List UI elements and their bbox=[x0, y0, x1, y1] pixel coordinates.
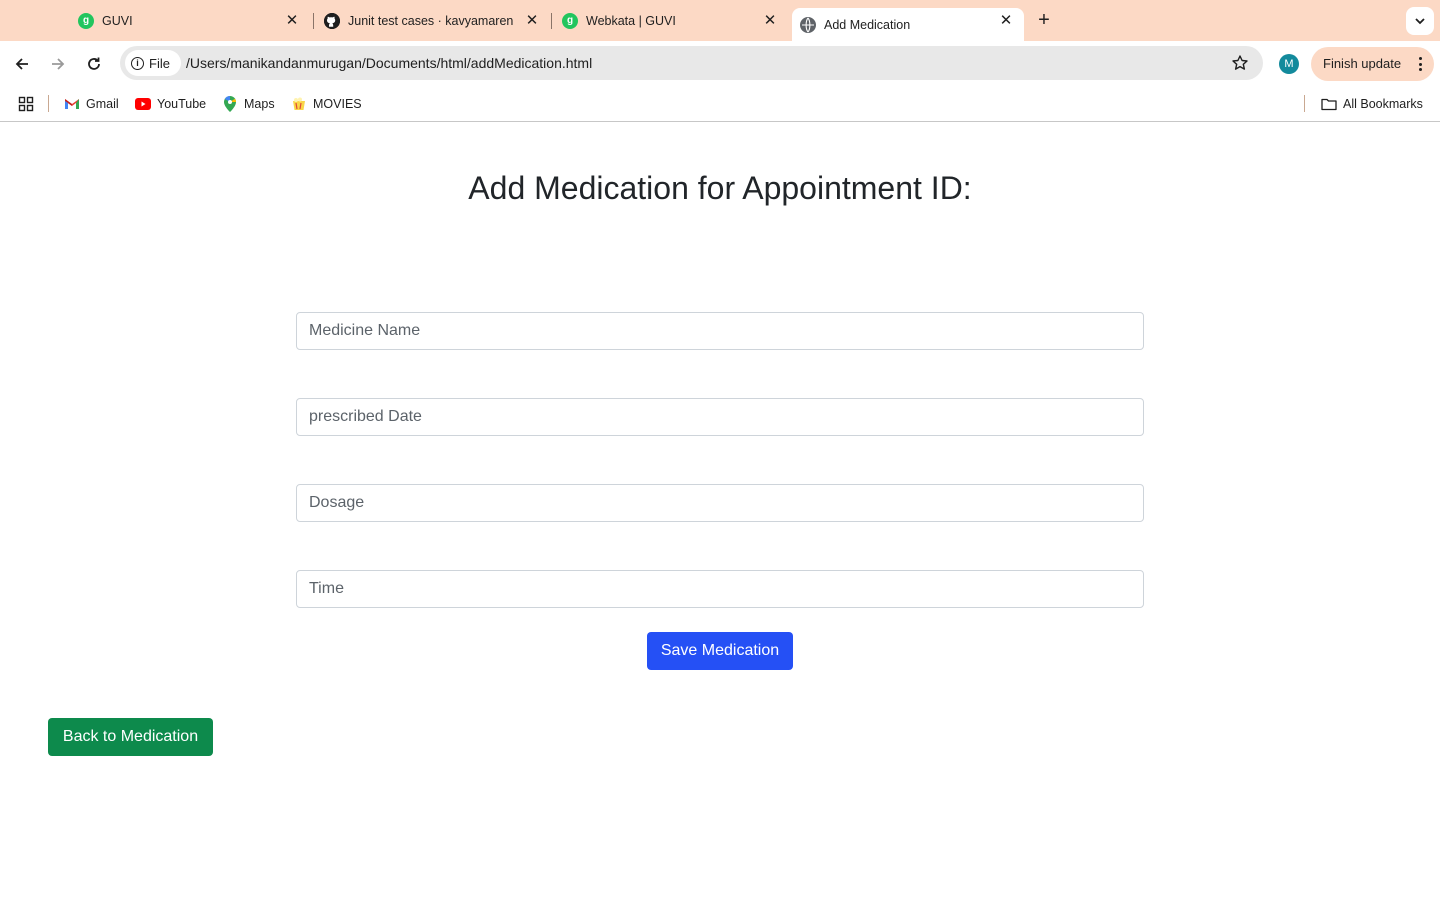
close-icon[interactable]: ✕ bbox=[998, 13, 1014, 29]
youtube-icon bbox=[135, 96, 151, 112]
finish-update-button[interactable]: Finish update bbox=[1311, 47, 1434, 81]
star-icon[interactable] bbox=[1231, 54, 1249, 72]
close-icon[interactable]: ✕ bbox=[284, 13, 300, 29]
apps-grid-icon bbox=[18, 96, 34, 112]
arrow-left-icon bbox=[15, 58, 28, 70]
medicine-name-input[interactable] bbox=[296, 312, 1144, 350]
tab-title: Webkata | GUVI bbox=[586, 13, 676, 28]
bookmark-youtube[interactable]: YouTube bbox=[135, 96, 206, 112]
tab-title: GUVI bbox=[102, 13, 133, 28]
all-bookmarks-label: All Bookmarks bbox=[1343, 97, 1423, 111]
save-medication-button[interactable]: Save Medication bbox=[647, 632, 793, 670]
more-vert-icon[interactable] bbox=[1419, 57, 1423, 74]
tab-divider bbox=[551, 13, 552, 29]
chevron-down-icon bbox=[1415, 18, 1425, 25]
chip-label: File bbox=[149, 55, 170, 71]
forward-button[interactable] bbox=[45, 51, 71, 77]
tab-title: Junit test cases · kavyamaren bbox=[348, 13, 514, 28]
close-icon[interactable]: ✕ bbox=[762, 13, 778, 29]
prescribed-date-input[interactable] bbox=[296, 398, 1144, 436]
bookmark-maps[interactable]: Maps bbox=[222, 96, 275, 112]
bookmarks-bar: Gmail YouTube Maps MOVIES All Bookmarks bbox=[0, 86, 1440, 122]
bookmark-label: Gmail bbox=[86, 97, 119, 111]
address-bar[interactable]: i File /Users/manikandanmurugan/Document… bbox=[120, 46, 1263, 80]
bookmark-label: Maps bbox=[244, 97, 275, 111]
browser-toolbar: i File /Users/manikandanmurugan/Document… bbox=[0, 41, 1440, 86]
globe-icon bbox=[800, 16, 816, 33]
bookmark-gmail[interactable]: Gmail bbox=[64, 96, 119, 112]
tab-title: Add Medication bbox=[824, 17, 911, 32]
bookmark-label: MOVIES bbox=[313, 97, 362, 111]
tab-search-button[interactable] bbox=[1406, 7, 1434, 35]
page-title: Add Medication for Appointment ID: bbox=[468, 170, 972, 206]
profile-avatar[interactable]: M bbox=[1279, 54, 1299, 74]
tab-junit[interactable]: Junit test cases · kavyamaren ✕ bbox=[316, 0, 550, 41]
back-button[interactable] bbox=[9, 51, 35, 77]
movies-icon bbox=[291, 96, 307, 112]
bookmark-movies[interactable]: MOVIES bbox=[291, 96, 362, 112]
tab-strip: g GUVI ✕ Junit test cases · kavyamaren ✕… bbox=[0, 0, 1440, 41]
site-info-chip[interactable]: i File bbox=[125, 50, 181, 76]
url-text[interactable]: /Users/manikandanmurugan/Documents/html/… bbox=[186, 55, 592, 71]
tab-guvi[interactable]: g GUVI ✕ bbox=[78, 0, 310, 41]
dosage-input[interactable] bbox=[296, 484, 1144, 522]
reload-button[interactable] bbox=[81, 51, 107, 77]
all-bookmarks-button[interactable]: All Bookmarks bbox=[1321, 96, 1423, 112]
apps-button[interactable] bbox=[18, 96, 34, 112]
bookmark-label: YouTube bbox=[157, 97, 207, 111]
back-to-medication-button[interactable]: Back to Medication bbox=[48, 718, 213, 756]
reload-icon bbox=[88, 57, 100, 70]
close-icon[interactable]: ✕ bbox=[524, 13, 540, 29]
info-icon: i bbox=[131, 56, 144, 70]
time-input[interactable] bbox=[296, 570, 1144, 608]
folder-icon bbox=[1321, 96, 1337, 112]
tab-webkata[interactable]: g Webkata | GUVI ✕ bbox=[554, 0, 788, 41]
bookmarks-divider bbox=[1304, 95, 1305, 112]
tab-divider bbox=[313, 13, 314, 29]
finish-update-label: Finish update bbox=[1323, 56, 1402, 71]
bookmarks-divider bbox=[48, 95, 49, 112]
tab-add-medication[interactable]: Add Medication ✕ bbox=[792, 8, 1024, 41]
new-tab-button[interactable]: + bbox=[1032, 9, 1056, 33]
gmail-icon bbox=[64, 96, 80, 112]
arrow-right-icon bbox=[52, 58, 65, 70]
guvi-icon: g bbox=[562, 12, 578, 29]
github-icon bbox=[324, 12, 340, 29]
guvi-icon: g bbox=[78, 12, 94, 29]
maps-icon bbox=[222, 96, 238, 112]
